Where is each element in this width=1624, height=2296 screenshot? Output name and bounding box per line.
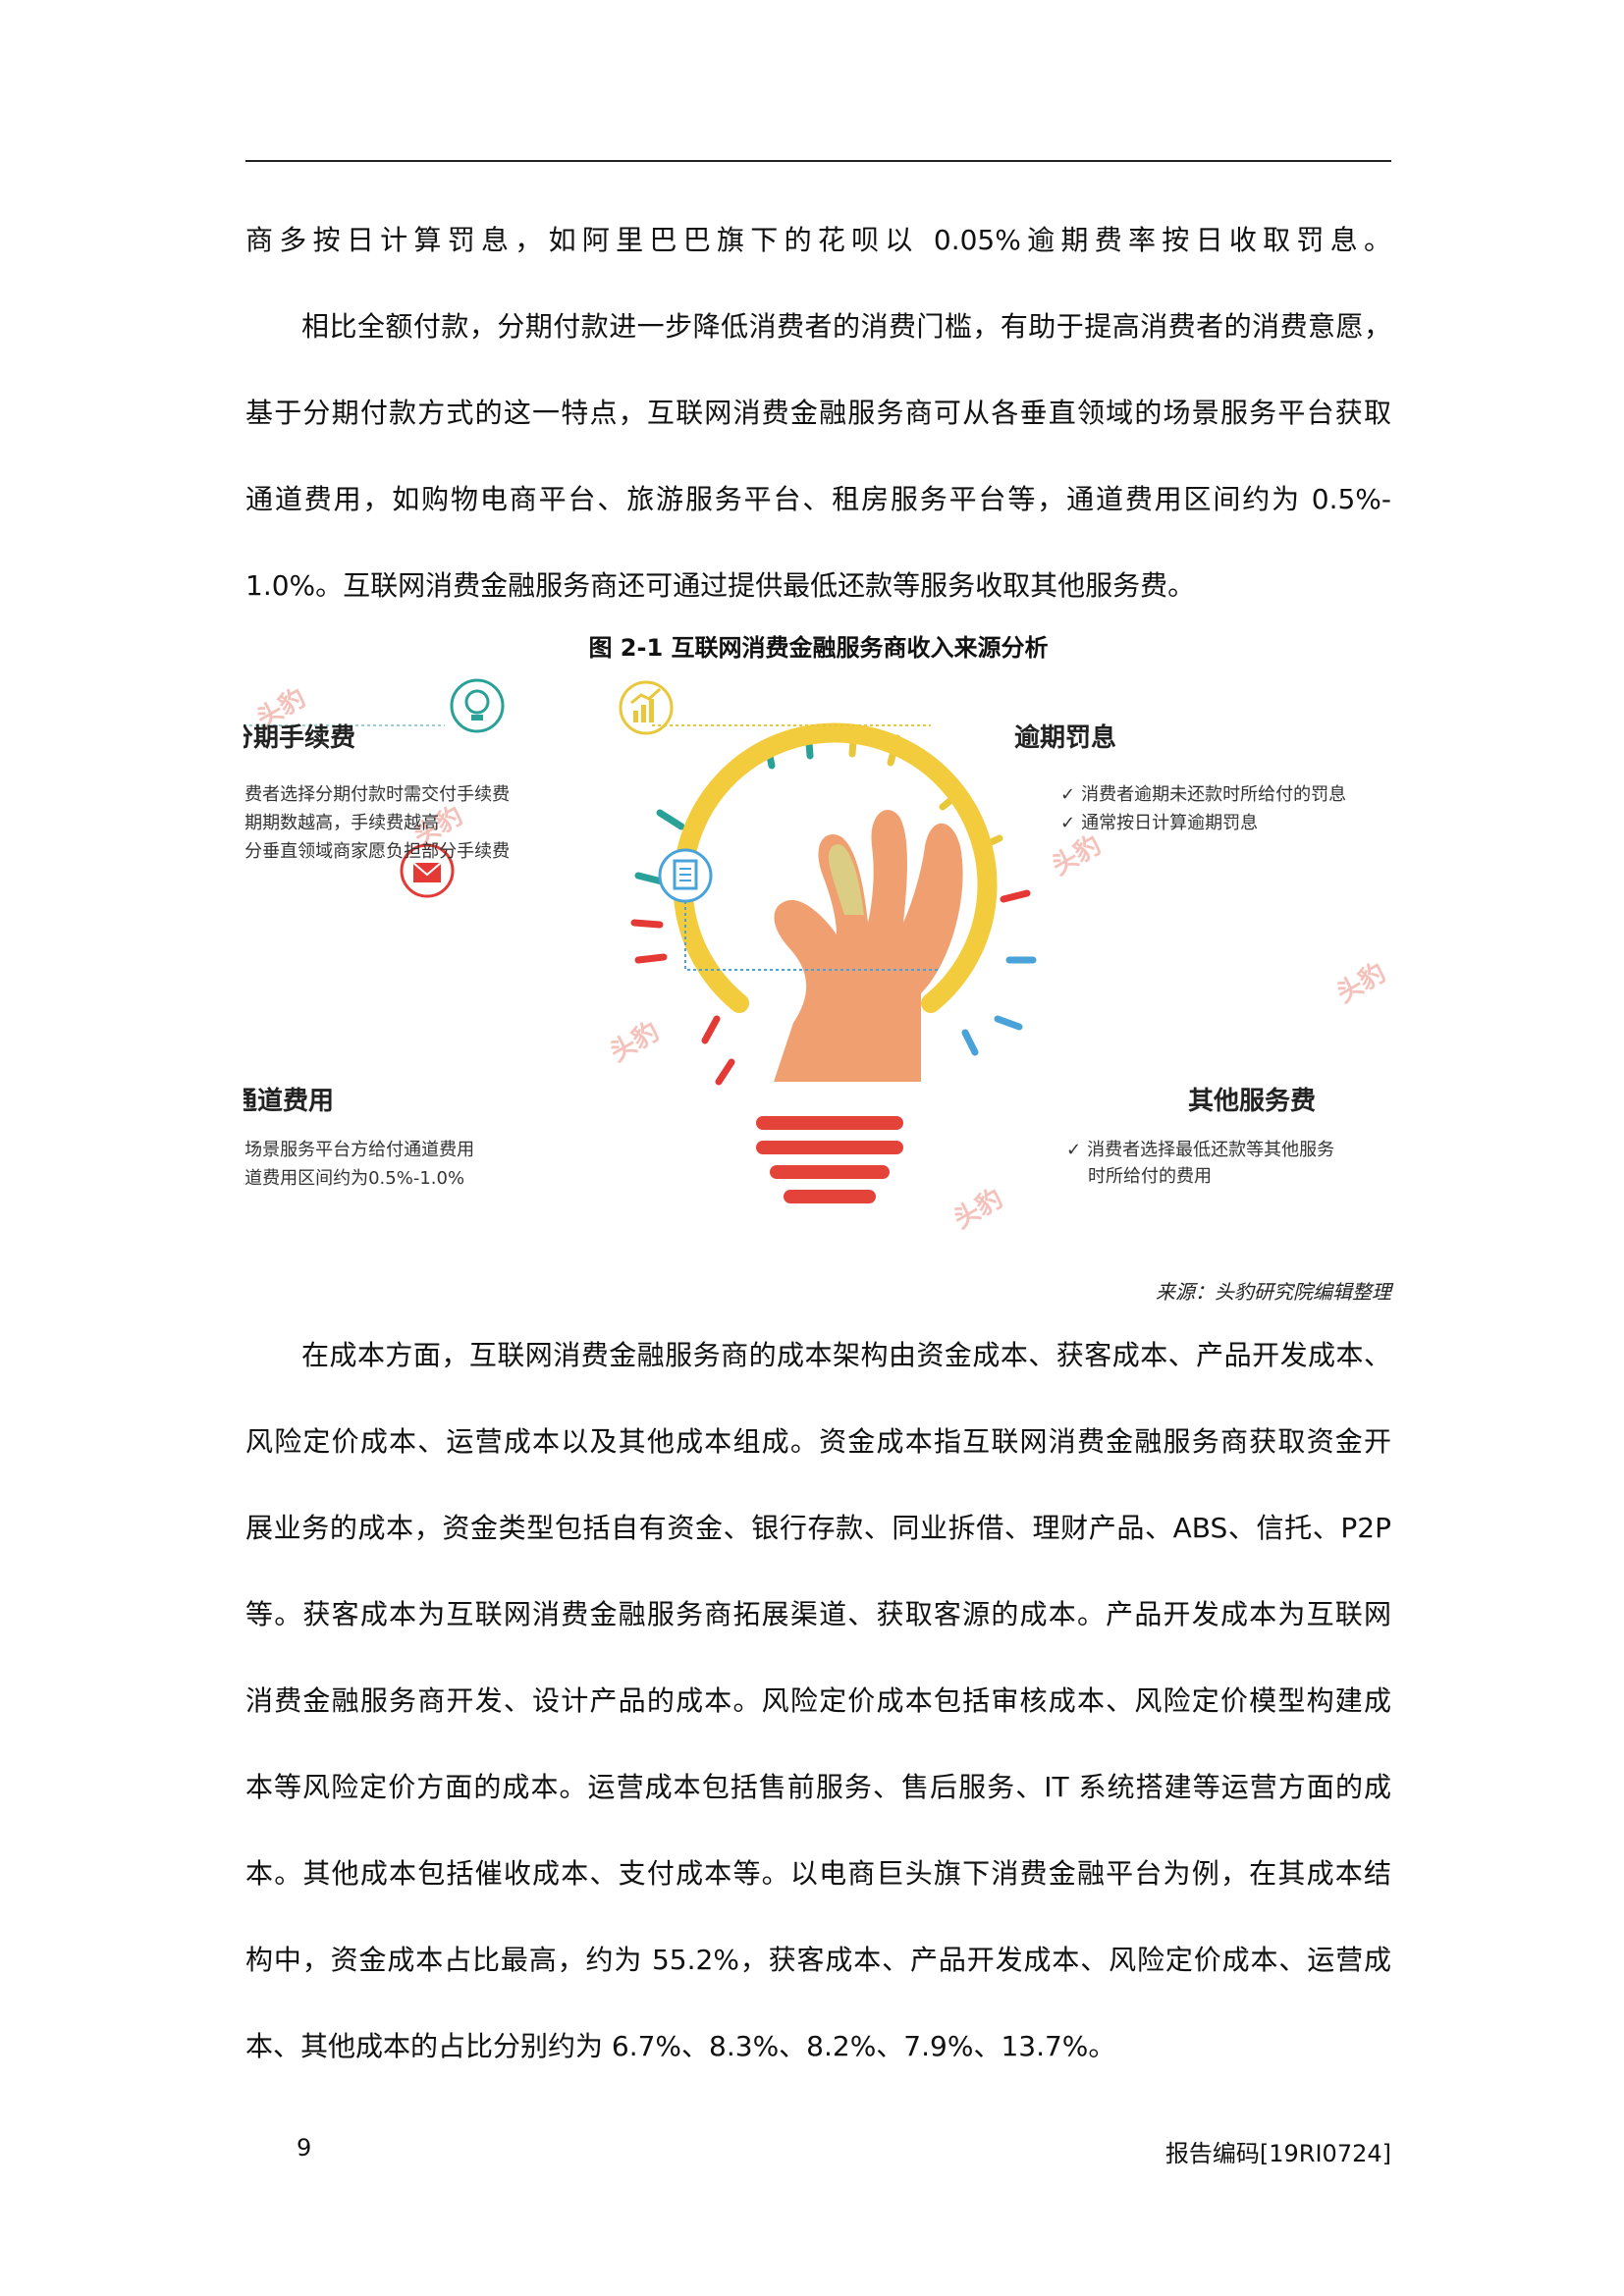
svg-text:头豹: 头豹 [605,1016,665,1068]
bulb-base [756,1116,903,1203]
svg-text:头豹: 头豹 [1047,829,1107,881]
paragraph-line: 构中，资金成本占比最高，约为 55.2%，获客成本、产品开发成本、风险定价成本、… [245,1944,1391,1976]
svg-text:逾期罚息: 逾期罚息 [1014,722,1116,753]
paragraph-line: 通道费用，如购物电商平台、旅游服务平台、租房服务平台等，通道费用区间约为 0.5… [245,483,1391,515]
quadrant-installment-fee: 分期手续费 ✓消费者选择分期付款时需交付手续费 ✓分期期数越高，手续费越高 ✓部… [244,722,510,862]
paragraph-line: 等。获客成本为互联网消费金融服务商拓展渠道、获取客源的成本。产品开发成本为互联网 [245,1598,1391,1630]
svg-text:其他服务费: 其他服务费 [1188,1087,1316,1116]
quadrant-other-service-fee: 其他服务费 ✓ 消费者选择最低还款等其他服务 时所给付的费用 [1066,1087,1334,1187]
svg-text:✓通常按日计算逾期罚息: ✓ 通常按日计算逾期罚息 [1060,813,1258,833]
document-icon [658,848,713,903]
paragraph-line: 本、其他成本的占比分别约为 6.7%、8.3%、8.2%、7.9%、13.7%。 [245,2030,1116,2062]
svg-text:✓由场景服务平台方给付通道费用: ✓由场景服务平台方给付通道费用 [244,1140,474,1160]
paragraph-line: 展业务的成本，资金类型包括自有资金、银行存款、同业拆借、理财产品、ABS、信托、… [245,1512,1391,1544]
svg-text:头豹: 头豹 [948,1183,1008,1235]
svg-text:✓消费者选择分期付款时需交付手续费: ✓消费者选择分期付款时需交付手续费 [244,784,510,805]
revenue-source-figure: 头豹 头豹 头豹 头豹 头豹 头豹 期手续费 消费者选择分期付款时需交付手续费 … [244,678,1391,1235]
paragraph-line: 消费金融服务商开发、设计产品的成本。风险定价成本包括审核成本、风险定价模型构建成 [245,1684,1391,1717]
svg-text:✓分期期数越高，手续费越高: ✓分期期数越高，手续费越高 [244,813,439,833]
svg-text:✓部分垂直领域商家愿负担部分手续费: ✓部分垂直领域商家愿负担部分手续费 [244,841,510,862]
svg-text:通道费用: 通道费用 [244,1086,334,1116]
page-number: 9 [297,2134,312,2162]
paragraph-line: 风险定价成本、运营成本以及其他成本组成。资金成本指互联网消费金融服务商获取资金开 [245,1425,1391,1458]
figure-source: 来源：头豹研究院编辑整理 [1156,1280,1391,1304]
paragraph-line: 本。其他成本包括催收成本、支付成本等。以电商巨头旗下消费金融平台为例，在其成本结 [245,1857,1391,1890]
svg-text:✓消费者选择最低还款等其他服务: ✓ 消费者选择最低还款等其他服务 [1066,1140,1334,1160]
paragraph-line: 1.0%。互联网消费金融服务商还可通过提供最低还款等服务收取其他服务费。 [245,569,1196,602]
cost-paragraph: 在成本方面，互联网消费金融服务商的成本架构由资金成本、获客成本、产品开发成本、 … [245,1312,1391,2090]
paragraph-line: 基于分期付款方式的这一特点，互联网消费金融服务商可从各垂直领域的场景服务平台获取 [245,397,1391,429]
report-code: 报告编码[19RI0724] [1164,2140,1391,2167]
intro-paragraph: 商多按日计算罚息，如阿里巴巴旗下的花呗以 0.05%逾期费率按日收取罚息。 相比… [245,197,1391,629]
svg-text:分期手续费: 分期手续费 [244,722,355,753]
quadrant-channel-fee: 通道费用 ✓由场景服务平台方给付通道费用 ✓通道费用区间约为0.5%-1.0% [244,1086,474,1189]
hand-icon [774,809,963,1082]
paragraph-line: 本等风险定价方面的成本。运营成本包括售前服务、售后服务、IT 系统搭建等运营方面… [245,1771,1391,1803]
paragraph-line: 在成本方面，互联网消费金融服务商的成本架构由资金成本、获客成本、产品开发成本、 [301,1339,1391,1371]
figure-caption: 图 2-1 互联网消费金融服务商收入来源分析 [588,634,1049,662]
header-rule [245,160,1391,162]
paragraph-line: 商多按日计算罚息，如阿里巴巴旗下的花呗以 0.05%逾期费率按日收取罚息。 [245,224,1391,256]
svg-text:✓通道费用区间约为0.5%-1.0%: ✓通道费用区间约为0.5%-1.0% [244,1168,464,1189]
svg-text:✓消费者逾期未还款时所给付的罚息: ✓ 消费者逾期未还款时所给付的罚息 [1060,784,1346,805]
quadrant-overdue-penalty: 逾期罚息 ✓ 消费者逾期未还款时所给付的罚息 ✓ 通常按日计算逾期罚息 [1014,722,1346,833]
paragraph-line: 相比全额付款，分期付款进一步降低消费者的消费门槛，有助于提高消费者的消费意愿， [301,310,1391,343]
svg-text:头豹: 头豹 [1331,957,1391,1009]
lightbulb-icon [450,678,505,733]
svg-text:时所给付的费用: 时所给付的费用 [1088,1166,1212,1187]
